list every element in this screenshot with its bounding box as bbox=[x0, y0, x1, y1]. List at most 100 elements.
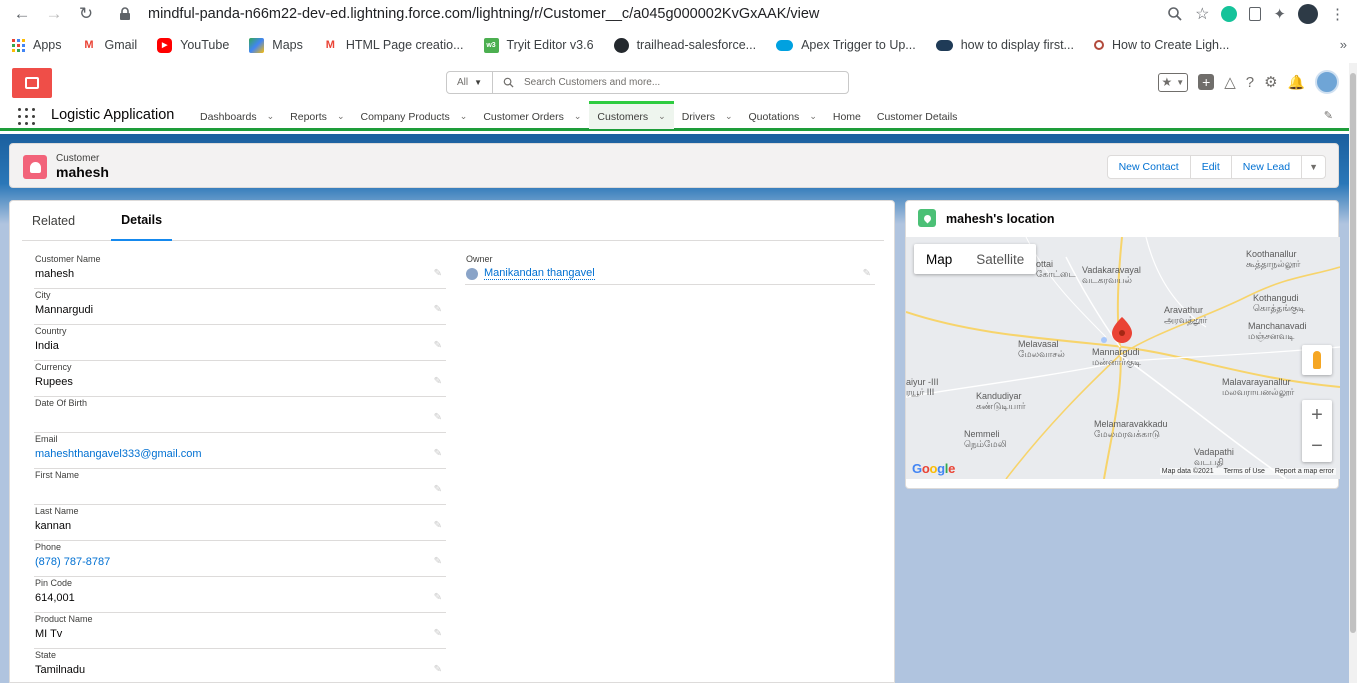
edit-pencil-icon[interactable]: ✎ bbox=[434, 484, 442, 495]
bookmark-create-lightning[interactable]: How to Create Ligh... bbox=[1093, 38, 1229, 52]
map-type-map-button[interactable]: Map bbox=[914, 244, 964, 274]
star-bookmark-icon[interactable]: ☆ bbox=[1195, 4, 1209, 24]
details-card: Related Details Customer Name mahesh ✎ Cit… bbox=[9, 200, 895, 683]
chevron-down-icon[interactable]: ⌄ bbox=[725, 111, 733, 122]
edit-nav-pencil-icon[interactable]: ✎ bbox=[1324, 109, 1333, 122]
app-launcher-icon[interactable] bbox=[18, 108, 35, 125]
edit-pencil-icon[interactable]: ✎ bbox=[434, 268, 442, 279]
url-text: mindful-panda-n66m22-dev-ed.lightning.fo… bbox=[148, 6, 820, 22]
reading-list-icon[interactable] bbox=[1249, 7, 1262, 21]
bookmark-maps[interactable]: Maps bbox=[249, 37, 303, 53]
reload-icon[interactable]: ↻ bbox=[74, 2, 98, 26]
tab-details[interactable]: Details bbox=[111, 201, 173, 241]
trailhead-icon[interactable]: △ bbox=[1224, 73, 1236, 91]
gmail-icon: M bbox=[325, 39, 335, 51]
global-add-icon[interactable]: + bbox=[1198, 74, 1215, 90]
address-bar[interactable]: mindful-panda-n66m22-dev-ed.lightning.fo… bbox=[110, 1, 1200, 27]
bookmark-apps[interactable]: Apps bbox=[12, 38, 62, 52]
back-icon[interactable]: ← bbox=[10, 2, 34, 26]
new-contact-button[interactable]: New Contact bbox=[1106, 155, 1191, 179]
edit-pencil-icon[interactable]: ✎ bbox=[434, 412, 442, 423]
zoom-search-icon[interactable] bbox=[1167, 6, 1183, 22]
chevron-down-icon[interactable]: ⌄ bbox=[460, 111, 468, 122]
chrome-menu-icon[interactable]: ⋮ bbox=[1330, 5, 1345, 23]
location-pin-icon bbox=[918, 209, 936, 227]
bookmark-label: Gmail bbox=[104, 38, 138, 52]
report-map-error-link[interactable]: Report a map error bbox=[1275, 468, 1334, 475]
street-view-pegman-icon[interactable] bbox=[1302, 345, 1332, 375]
map-label: aiyur -III ரயூர் III bbox=[906, 377, 939, 397]
tab-quotations[interactable]: Quotations ⌄ bbox=[741, 101, 825, 129]
tab-customer-details[interactable]: Customer Details bbox=[869, 101, 966, 129]
chevron-down-icon[interactable]: ⌄ bbox=[809, 111, 817, 122]
zoom-in-button[interactable]: + bbox=[1302, 400, 1332, 431]
tab-customer-orders[interactable]: Customer Orders ⌄ bbox=[475, 101, 589, 129]
bookmark-gmail[interactable]: M Gmail bbox=[82, 38, 138, 53]
tab-label: Reports bbox=[290, 110, 327, 123]
user-avatar[interactable] bbox=[1315, 70, 1339, 94]
setup-gear-icon[interactable]: ⚙ bbox=[1264, 73, 1277, 91]
edit-pencil-icon[interactable]: ✎ bbox=[434, 520, 442, 531]
tab-reports[interactable]: Reports ⌄ bbox=[282, 101, 352, 129]
edit-pencil-icon[interactable]: ✎ bbox=[434, 556, 442, 567]
bookmark-apex-trigger[interactable]: Apex Trigger to Up... bbox=[776, 38, 916, 52]
edit-pencil-icon[interactable]: ✎ bbox=[434, 628, 442, 639]
notifications-bell-icon[interactable]: 🔔 bbox=[1288, 74, 1305, 91]
edit-pencil-icon[interactable]: ✎ bbox=[434, 304, 442, 315]
forward-icon[interactable]: → bbox=[42, 2, 66, 26]
bookmark-trailhead[interactable]: trailhead-salesforce... bbox=[613, 37, 756, 53]
more-bookmarks-icon[interactable]: » bbox=[1340, 37, 1347, 52]
chevron-down-icon[interactable]: ⌄ bbox=[337, 111, 345, 122]
change-owner-icon[interactable]: ✎ bbox=[863, 268, 871, 279]
tab-customers[interactable]: Customers ⌄ bbox=[589, 101, 674, 129]
phone-link[interactable]: (878) 787-8787 bbox=[35, 556, 110, 568]
extensions-puzzle-icon[interactable]: ✦ bbox=[1273, 5, 1286, 23]
edit-pencil-icon[interactable]: ✎ bbox=[434, 340, 442, 351]
edit-pencil-icon[interactable]: ✎ bbox=[434, 664, 442, 675]
map-label: Vadakaravayal வடகரவயல் bbox=[1082, 265, 1141, 285]
chevron-down-icon[interactable]: ⌄ bbox=[267, 111, 275, 122]
favorites-star-icon[interactable]: ★ ▼ bbox=[1157, 72, 1189, 92]
edit-button[interactable]: Edit bbox=[1189, 155, 1232, 179]
app-name: Logistic Application bbox=[51, 107, 175, 123]
bookmark-youtube[interactable]: ▶ YouTube bbox=[157, 37, 229, 53]
map-label: Kothangudi கொத்தங்குடி bbox=[1253, 293, 1306, 313]
bookmark-label: Apps bbox=[33, 38, 62, 52]
map-type-satellite-button[interactable]: Satellite bbox=[964, 244, 1036, 274]
chevron-down-icon[interactable]: ⌄ bbox=[658, 111, 666, 122]
chevron-down-icon[interactable]: ⌄ bbox=[574, 111, 582, 122]
edit-pencil-icon[interactable]: ✎ bbox=[434, 592, 442, 603]
help-icon[interactable]: ? bbox=[1246, 74, 1254, 91]
tab-related[interactable]: Related bbox=[22, 201, 85, 241]
search-icon bbox=[503, 77, 514, 88]
tab-drivers[interactable]: Drivers ⌄ bbox=[674, 101, 741, 129]
global-search[interactable]: All ▼ Search Customers and more... bbox=[446, 71, 849, 94]
search-scope-label: All bbox=[456, 77, 469, 88]
bookmark-display-first[interactable]: how to display first... bbox=[935, 38, 1074, 52]
tab-label: Company Products bbox=[360, 110, 450, 123]
tab-company-products[interactable]: Company Products ⌄ bbox=[352, 101, 475, 129]
edit-pencil-icon[interactable]: ✎ bbox=[434, 448, 442, 459]
search-scope-dropdown[interactable]: All ▼ bbox=[447, 72, 493, 93]
terms-of-use-link[interactable]: Terms of Use bbox=[1224, 468, 1265, 475]
email-link[interactable]: maheshthangavel333@gmail.com bbox=[35, 448, 201, 460]
owner-link[interactable]: Manikandan thangavel bbox=[466, 267, 595, 280]
tab-dashboards[interactable]: Dashboards ⌄ bbox=[192, 101, 282, 129]
more-actions-dropdown-icon[interactable]: ▼ bbox=[1301, 155, 1326, 179]
org-logo[interactable] bbox=[12, 68, 52, 98]
zoom-out-button[interactable]: − bbox=[1302, 431, 1332, 462]
maps-icon bbox=[249, 37, 265, 53]
edit-pencil-icon[interactable]: ✎ bbox=[434, 376, 442, 387]
bookmark-tryit[interactable]: w3 Tryit Editor v3.6 bbox=[483, 37, 594, 53]
bookmark-html-page[interactable]: M HTML Page creatio... bbox=[323, 38, 464, 53]
record-actions: New Contact Edit New Lead ▼ bbox=[1106, 155, 1326, 179]
record-type-label: Customer bbox=[56, 153, 100, 164]
profile-avatar[interactable] bbox=[1298, 4, 1318, 24]
new-lead-button[interactable]: New Lead bbox=[1230, 155, 1303, 179]
page-scrollbar[interactable] bbox=[1349, 63, 1357, 683]
map-label: Aravathur அரவத்தூர் bbox=[1164, 305, 1208, 325]
field-value: MI Tv bbox=[35, 628, 63, 640]
tab-home[interactable]: Home bbox=[825, 101, 869, 129]
google-map[interactable]: Koothanallur கூத்தாநல்லூர் Vadakaravayal வ… bbox=[906, 237, 1340, 479]
grammarly-extension-icon[interactable] bbox=[1221, 6, 1238, 22]
